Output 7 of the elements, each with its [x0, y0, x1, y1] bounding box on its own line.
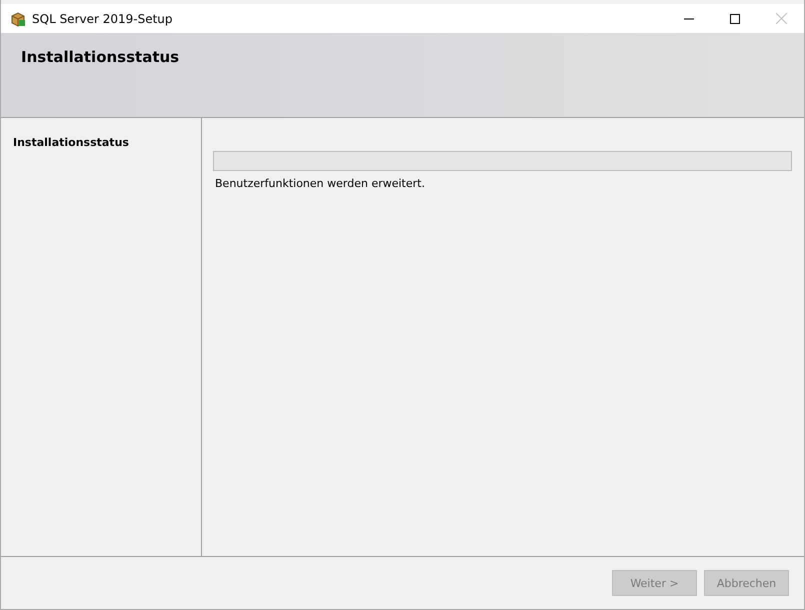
sidebar-item[interactable]: Installationsstatus	[13, 136, 129, 149]
maximize-icon	[730, 14, 740, 24]
page-heading: Installationsstatus	[21, 48, 180, 66]
status-message: Benutzerfunktionen werden erweitert.	[215, 177, 426, 190]
window-title: SQL Server 2019-Setup	[32, 12, 174, 26]
close-icon	[776, 13, 786, 24]
setup-box-icon	[10, 10, 26, 26]
